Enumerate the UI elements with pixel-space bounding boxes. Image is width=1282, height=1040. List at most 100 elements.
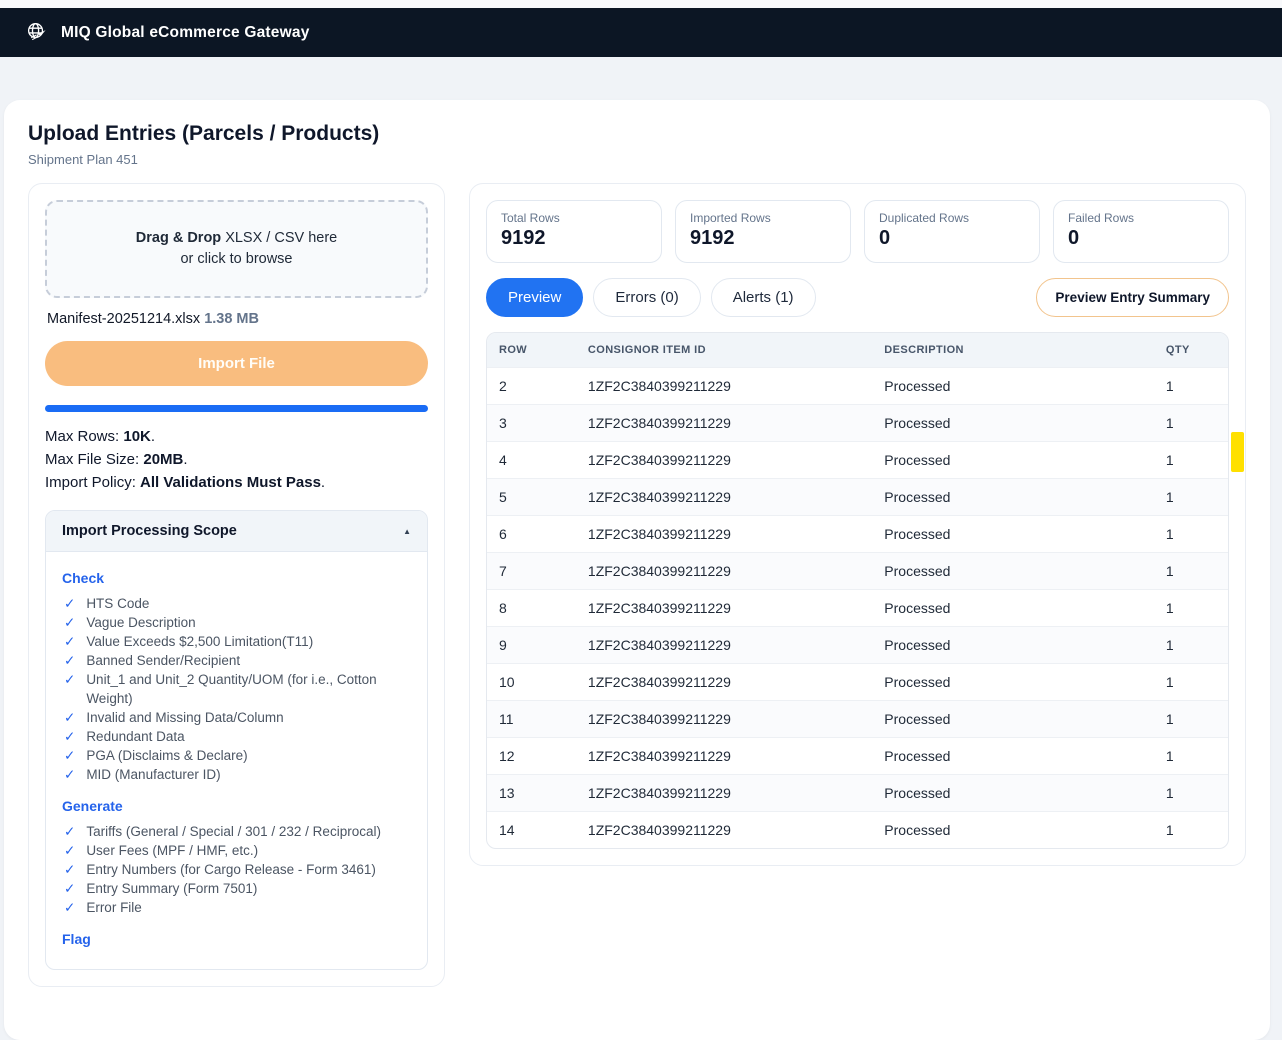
check-icon: ✓ [64, 613, 75, 632]
table-cell: 8 [487, 590, 576, 627]
stat-value: 9192 [690, 227, 836, 250]
scope-item-label: PGA (Disclaims & Declare) [86, 746, 247, 765]
upload-progress-track [45, 405, 428, 412]
scope-item: ✓Unit_1 and Unit_2 Quantity/UOM (for i.e… [64, 670, 411, 708]
check-icon: ✓ [64, 746, 75, 765]
file-name: Manifest-20251214.xlsx [47, 311, 200, 327]
dropzone-line2: or click to browse [65, 249, 408, 270]
table-cell: 14 [487, 812, 576, 849]
table-cell: Processed [872, 738, 1154, 775]
scope-item-label: MID (Manufacturer ID) [86, 765, 220, 784]
table-cell: Processed [872, 775, 1154, 812]
scope-item-label: Vague Description [86, 613, 195, 632]
app-navbar: MIQ Global eCommerce Gateway [0, 8, 1282, 57]
stat-card: Total Rows9192 [486, 200, 662, 263]
check-icon: ✓ [64, 651, 75, 670]
scope-item: ✓Entry Summary (Form 7501) [64, 879, 411, 898]
table-cell: 9 [487, 627, 576, 664]
stat-label: Duplicated Rows [879, 211, 1025, 225]
table-cell: Processed [872, 442, 1154, 479]
table-cell: 12 [487, 738, 576, 775]
table-cell: Processed [872, 405, 1154, 442]
rule-value: All Validations Must Pass [140, 474, 321, 491]
app-title: MIQ Global eCommerce Gateway [61, 24, 310, 42]
tab-preview[interactable]: Preview [486, 278, 583, 317]
import-scope-header[interactable]: Import Processing Scope ▲ [46, 511, 427, 552]
import-scope-accordion: Import Processing Scope ▲ Check✓HTS Code… [45, 510, 428, 970]
table-body: 21ZF2C3840399211229Processed131ZF2C38403… [487, 368, 1228, 849]
scope-item: ✓MID (Manufacturer ID) [64, 765, 411, 784]
table-cell: 1 [1154, 368, 1228, 405]
tab-alerts-1[interactable]: Alerts (1) [711, 278, 816, 317]
table-cell: Processed [872, 590, 1154, 627]
table-row: 101ZF2C3840399211229Processed1 [487, 664, 1228, 701]
dropzone-line1: Drag & Drop XLSX / CSV here [65, 228, 408, 249]
scope-item: ✓ Vague Description [64, 613, 411, 632]
scope-item-label: Value Exceeds $2,500 Limitation(T11) [86, 632, 313, 651]
rule-label: Max File Size: [45, 451, 143, 468]
scope-item-label: Redundant Data [86, 727, 184, 746]
tabs-row: Preview Errors (0) Alerts (1) Preview Entr… [486, 278, 1229, 317]
preview-entry-summary-button[interactable]: Preview Entry Summary [1036, 278, 1229, 317]
stat-card: Failed Rows0 [1053, 200, 1229, 263]
table-row: 81ZF2C3840399211229Processed1 [487, 590, 1228, 627]
table-cell: 1ZF2C3840399211229 [576, 368, 872, 405]
rule-suffix: . [151, 428, 155, 445]
rule-label: Import Policy: [45, 474, 140, 491]
table-row: 141ZF2C3840399211229Processed1 [487, 812, 1228, 849]
check-icon: ✓ [64, 594, 75, 613]
rule-line: Max Rows: 10K. [45, 425, 428, 448]
stat-value: 0 [879, 227, 1025, 250]
table-row: 51ZF2C3840399211229Processed1 [487, 479, 1228, 516]
table-cell: 1ZF2C3840399211229 [576, 405, 872, 442]
scope-item-label: HTS Code [86, 594, 149, 613]
table-cell: 7 [487, 553, 576, 590]
check-icon: ✓ [64, 727, 75, 746]
scope-item: ✓Entry Numbers (for Cargo Release - Form… [64, 860, 411, 879]
stat-value: 9192 [501, 227, 647, 250]
table-cell: Processed [872, 812, 1154, 849]
table-cell: 2 [487, 368, 576, 405]
table-cell: 1ZF2C3840399211229 [576, 516, 872, 553]
table-row: 91ZF2C3840399211229Processed1 [487, 627, 1228, 664]
table-cell: Processed [872, 368, 1154, 405]
table-cell: Processed [872, 516, 1154, 553]
file-dropzone[interactable]: Drag & Drop XLSX / CSV here or click to … [45, 200, 428, 298]
globe-plane-logo-icon [25, 21, 48, 44]
table-cell: 1 [1154, 479, 1228, 516]
table-row: 71ZF2C3840399211229Processed1 [487, 553, 1228, 590]
check-icon: ✓ [64, 708, 75, 727]
table-cell: 1ZF2C3840399211229 [576, 479, 872, 516]
rule-value: 20MB [143, 451, 183, 468]
table-cell: 1ZF2C3840399211229 [576, 664, 872, 701]
table-cell: Processed [872, 553, 1154, 590]
check-icon: ✓ [64, 822, 75, 841]
scrollbar-thumb[interactable] [1231, 432, 1244, 472]
tab-errors-0[interactable]: Errors (0) [593, 278, 700, 317]
import-file-button[interactable]: Import File [45, 341, 428, 386]
table-row: 121ZF2C3840399211229Processed1 [487, 738, 1228, 775]
scope-item-label: Error File [86, 898, 142, 917]
check-icon: ✓ [64, 670, 75, 708]
scope-item-label: Entry Summary (Form 7501) [86, 879, 257, 898]
table-cell: 1ZF2C3840399211229 [576, 775, 872, 812]
check-icon: ✓ [64, 841, 75, 860]
table-cell: 1ZF2C3840399211229 [576, 701, 872, 738]
column-header: QTY [1154, 333, 1228, 368]
table-header-row: ROWCONSIGNOR ITEM IDDESCRIPTIONQTY [487, 333, 1228, 368]
column-header: CONSIGNOR ITEM ID [576, 333, 872, 368]
check-icon: ✓ [64, 632, 75, 651]
table-cell: 6 [487, 516, 576, 553]
column-header: ROW [487, 333, 576, 368]
rule-value: 10K [123, 428, 151, 445]
scope-item: ✓Error File [64, 898, 411, 917]
table-cell: 1 [1154, 701, 1228, 738]
stat-value: 0 [1068, 227, 1214, 250]
stats-row: Total Rows9192Imported Rows9192Duplicate… [486, 200, 1229, 263]
table-cell: 11 [487, 701, 576, 738]
upload-panel: Drag & Drop XLSX / CSV here or click to … [28, 183, 445, 987]
tabs-group: Preview Errors (0) Alerts (1) [486, 278, 816, 317]
table-cell: 1 [1154, 812, 1228, 849]
scope-item: ✓Invalid and Missing Data/Column [64, 708, 411, 727]
table-row: 21ZF2C3840399211229Processed1 [487, 368, 1228, 405]
